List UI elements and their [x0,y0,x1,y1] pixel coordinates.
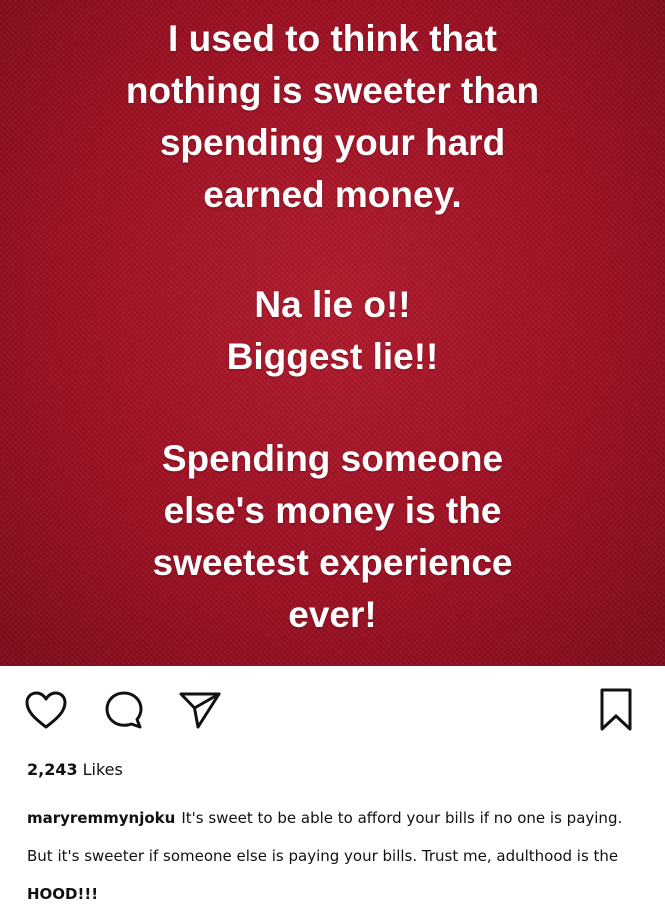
likes-count[interactable]: 2,243 Likes [27,760,123,779]
quote-line: ever! [288,594,377,635]
bookmark-icon[interactable] [592,686,640,734]
post-image[interactable]: I used to think that nothing is sweeter … [0,0,665,666]
heart-outline-icon[interactable] [22,686,70,734]
quote-line: I used to think that [168,18,497,59]
quote-line: sweetest experience [152,542,513,583]
quote-line: Na lie o!! [254,284,411,325]
quote-line: Biggest lie!! [226,336,439,377]
speech-bubble-icon[interactable] [100,686,148,734]
quote-line: earned money. [203,174,462,215]
quote-line: spending your hard [159,122,506,163]
quote-line: Spending someone [161,438,504,479]
paper-plane-icon[interactable] [176,686,224,734]
quote-block-2: Na lie o!! Biggest lie!! [0,279,665,383]
caption-emphasis: HOOD!!! [27,885,99,903]
quote-block-1: I used to think that nothing is sweeter … [0,13,665,221]
likes-number: 2,243 [27,760,78,779]
likes-label: Likes [82,760,123,779]
quote-line: nothing is sweeter than [125,70,540,111]
action-bar [0,676,665,742]
caption-username[interactable]: maryremmynjoku [27,809,175,827]
post-caption: maryremmynjoku It's sweet to be able to a… [27,799,642,913]
quote-block-3: Spending someone else's money is the swe… [0,433,665,641]
quote-line: else's money is the [163,490,502,531]
